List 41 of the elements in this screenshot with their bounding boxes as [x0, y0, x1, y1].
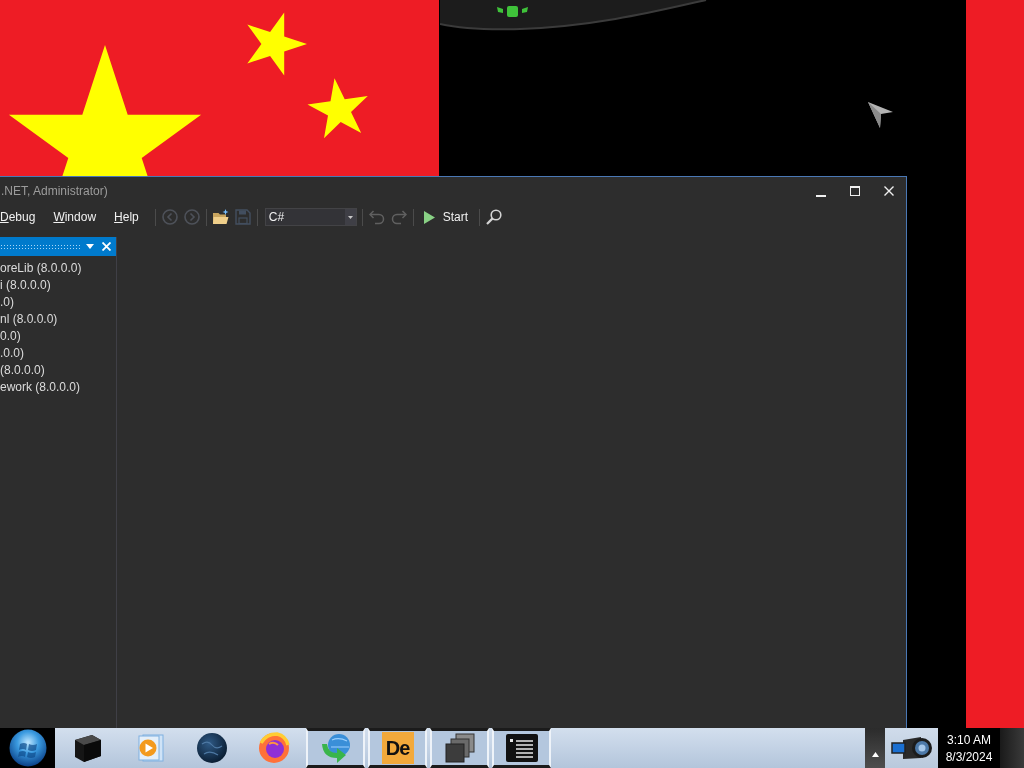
swirl-icon [257, 732, 290, 764]
taskbar-button[interactable] [306, 728, 365, 768]
play-icon [423, 210, 435, 224]
globe-arrow-icon [319, 732, 352, 764]
globe-icon [195, 732, 228, 764]
start-button[interactable]: Start [416, 207, 477, 227]
maximize-icon[interactable] [850, 186, 860, 196]
dropdown-icon[interactable] [86, 244, 94, 249]
orb-icon [8, 729, 47, 767]
logo-tile: De [381, 732, 414, 764]
show-hidden-button[interactable] [865, 728, 885, 768]
minimize-icon[interactable] [816, 194, 826, 197]
caret-icon [871, 752, 879, 757]
window-title: .NET, Administrator) [0, 184, 109, 198]
caret-icon [347, 215, 353, 219]
list-item[interactable]: (8.0.0.0) [0, 362, 116, 379]
list-icon [505, 732, 538, 764]
list-item[interactable]: ework (8.0.0.0) [0, 379, 116, 396]
camera-icon [890, 734, 933, 762]
taskbar-button[interactable] [492, 728, 551, 768]
list-item[interactable]: 0.0) [0, 328, 116, 345]
list-item[interactable]: oreLib (8.0.0.0) [0, 260, 116, 277]
stacked-squares-icon [443, 732, 476, 764]
menu-item[interactable]: Debug [0, 207, 36, 227]
tray-button[interactable] [885, 728, 938, 768]
language-combo[interactable]: C# [264, 208, 357, 226]
list-item[interactable]: .0.0) [0, 345, 116, 362]
list-item[interactable]: i (8.0.0.0) [0, 277, 116, 294]
taskbar-button[interactable] [430, 728, 489, 768]
list-item[interactable]: nl (8.0.0.0) [0, 311, 116, 328]
indicator-icon [497, 5, 528, 17]
menu-item[interactable]: Window [53, 207, 97, 227]
menu-item[interactable]: Help [114, 207, 139, 227]
open-folder-icon[interactable] [212, 209, 229, 225]
close-icon[interactable] [884, 186, 894, 196]
cursor-icon [868, 102, 893, 128]
clock-time: 3:10 AM [947, 732, 991, 747]
search-icon[interactable] [486, 209, 503, 225]
list-item[interactable]: .0) [0, 294, 116, 311]
taskbar-button[interactable]: De [368, 728, 427, 768]
clock-date: 8/3/2024 [945, 749, 993, 764]
